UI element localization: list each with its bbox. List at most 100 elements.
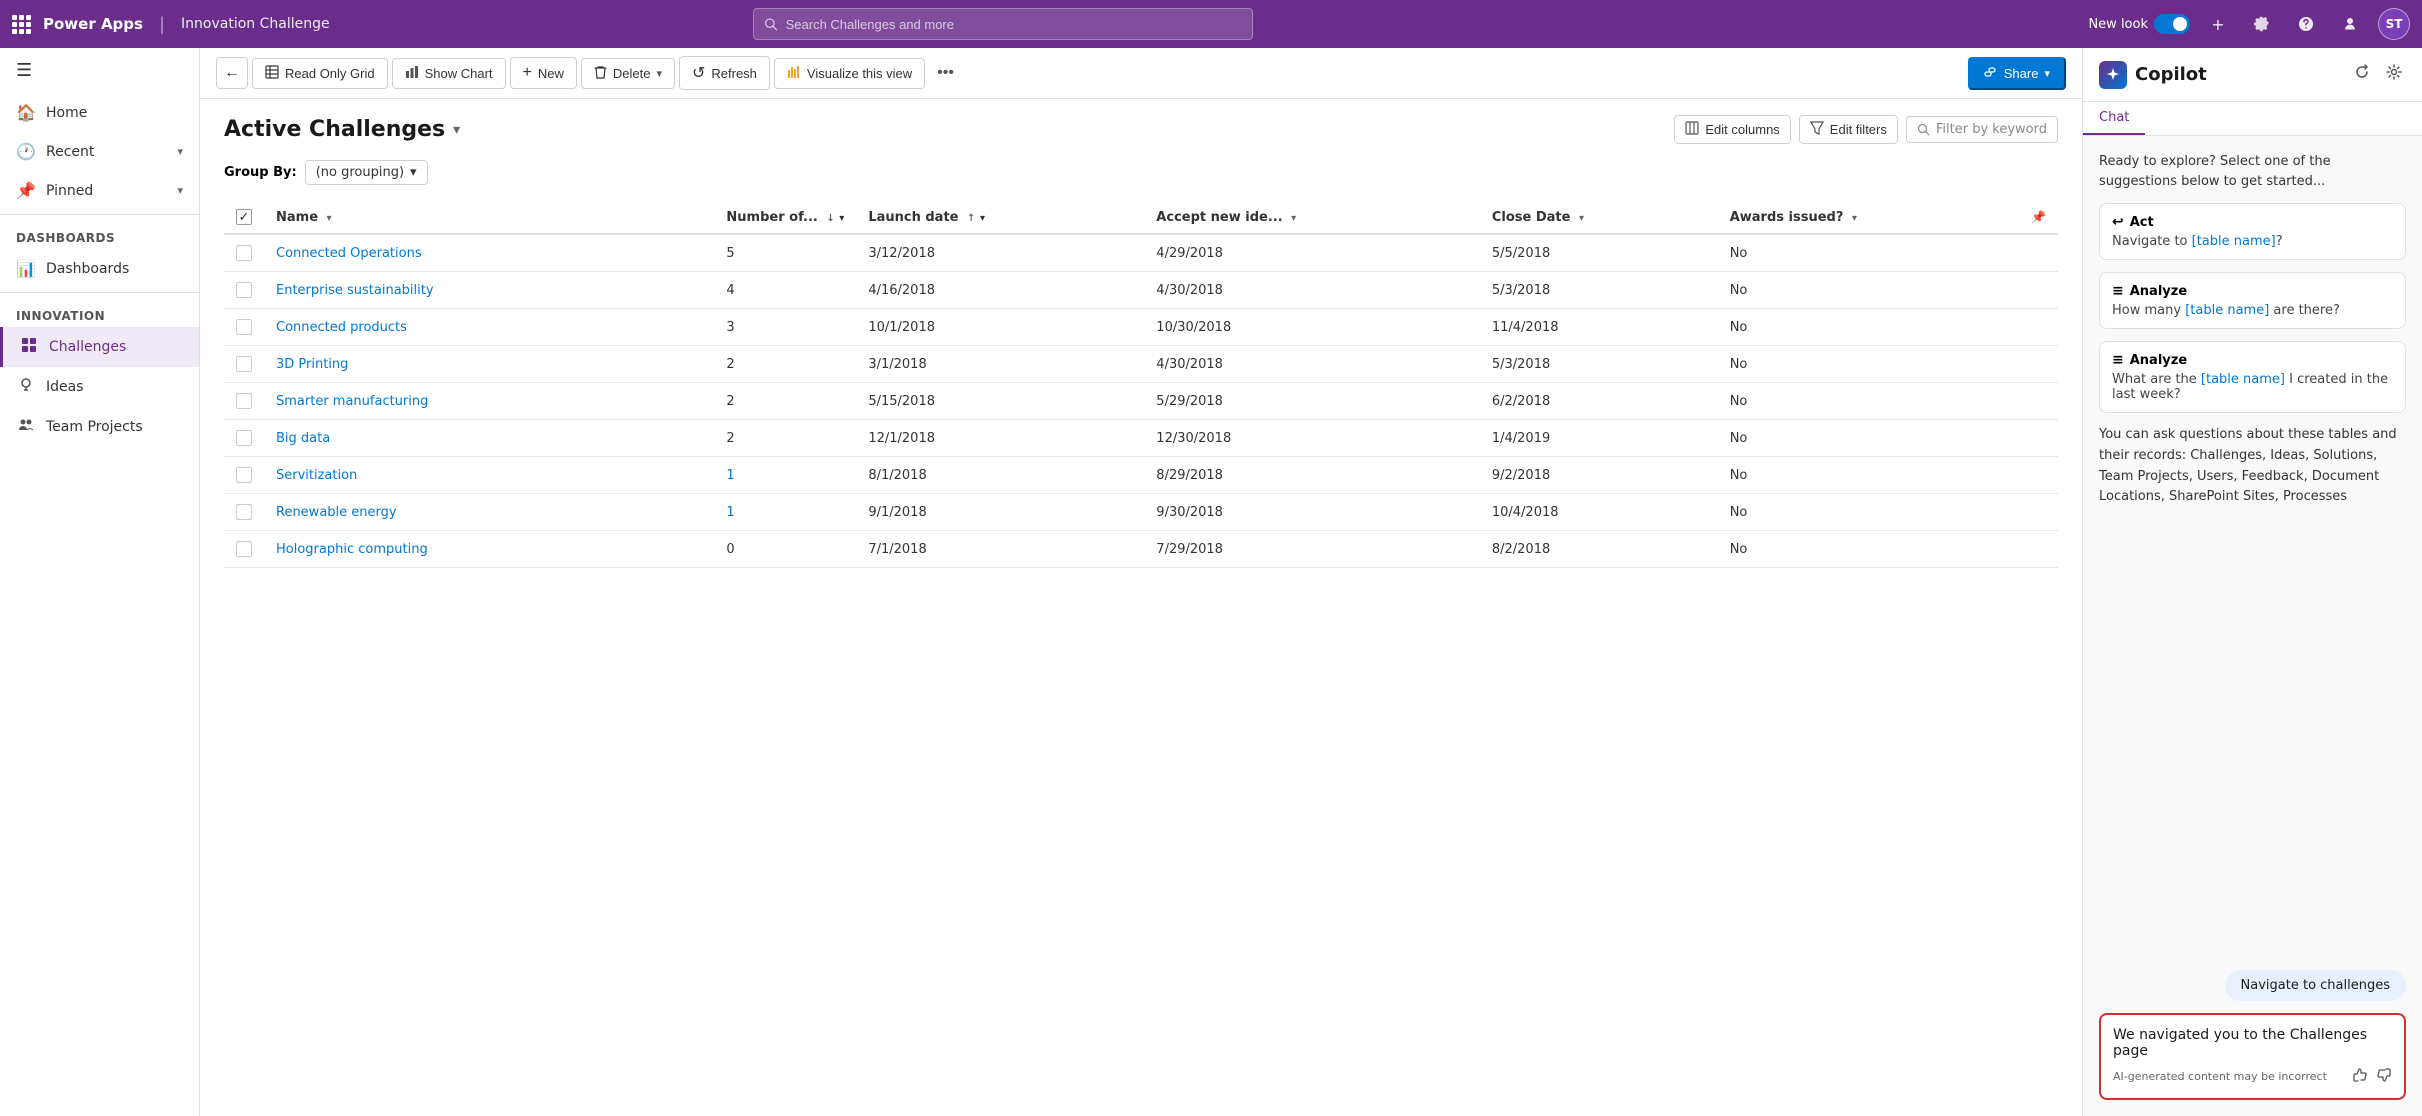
pin-icon[interactable]: 📌 <box>2031 210 2046 224</box>
row-checkbox[interactable] <box>236 245 252 261</box>
share-dropdown-icon[interactable]: ▾ <box>2044 67 2050 80</box>
row-accept-new: 7/29/2018 <box>1144 531 1480 568</box>
sidebar-item-dashboards[interactable]: 📊 Dashboards <box>0 249 199 288</box>
row-close-date: 10/4/2018 <box>1480 494 1718 531</box>
sidebar-item-pinned-label: Pinned <box>46 183 167 199</box>
sidebar-item-team-projects[interactable]: Team Projects <box>0 407 199 447</box>
copilot-settings-button[interactable] <box>2382 60 2406 89</box>
sidebar-item-dashboards-label: Dashboards <box>46 261 129 277</box>
row-checkbox-cell[interactable] <box>224 234 264 272</box>
row-checkbox-cell[interactable] <box>224 531 264 568</box>
avatar[interactable]: ST <box>2378 8 2410 40</box>
add-button[interactable]: + <box>2202 8 2234 40</box>
col-header-name[interactable]: Name ▾ <box>264 201 714 234</box>
col-header-awards[interactable]: Awards issued? ▾ 📌 <box>1718 201 2058 234</box>
copilot-suggestion-act[interactable]: ↩ Act Navigate to [table name]? <box>2099 203 2406 260</box>
visualize-button[interactable]: Visualize this view <box>774 58 925 89</box>
show-chart-button[interactable]: Show Chart <box>392 58 506 89</box>
edit-columns-button[interactable]: Edit columns <box>1674 115 1790 144</box>
row-number[interactable]: 1 <box>714 457 856 494</box>
analyze1-link[interactable]: [table name] <box>2185 303 2269 318</box>
read-only-grid-button[interactable]: Read Only Grid <box>252 58 388 89</box>
row-number[interactable]: 1 <box>714 494 856 531</box>
row-checkbox[interactable] <box>236 467 252 483</box>
sidebar-item-pinned[interactable]: 📌 Pinned ▾ <box>0 171 199 210</box>
select-all-checkbox[interactable]: ✓ <box>236 209 252 225</box>
col-header-number[interactable]: Number of... ↓ ▾ <box>714 201 856 234</box>
launch-sort-icon2: ▾ <box>980 213 985 224</box>
row-name[interactable]: Holographic computing <box>264 531 714 568</box>
row-close-date: 1/4/2019 <box>1480 420 1718 457</box>
row-checkbox[interactable] <box>236 504 252 520</box>
copilot-refresh-button[interactable] <box>2350 60 2374 89</box>
groupby-label: Group By: <box>224 165 297 180</box>
row-checkbox-cell[interactable] <box>224 272 264 309</box>
col-header-accept[interactable]: Accept new ide... ▾ <box>1144 201 1480 234</box>
analyze2-link[interactable]: [table name] <box>2201 372 2285 387</box>
select-all-header[interactable]: ✓ <box>224 201 264 234</box>
row-launch-date: 8/1/2018 <box>856 457 1144 494</box>
new-button[interactable]: + New <box>510 57 577 89</box>
sidebar-toggle[interactable]: ☰ <box>0 48 199 93</box>
sidebar-item-challenges[interactable]: Challenges <box>0 327 199 367</box>
thumbs-down-button[interactable] <box>2376 1067 2392 1086</box>
row-checkbox-cell[interactable] <box>224 346 264 383</box>
row-name[interactable]: Smarter manufacturing <box>264 383 714 420</box>
edit-filters-button[interactable]: Edit filters <box>1799 115 1898 144</box>
sidebar-item-recent[interactable]: 🕐 Recent ▾ <box>0 132 199 171</box>
keyword-filter[interactable]: Filter by keyword <box>1906 116 2058 143</box>
thumbs-up-button[interactable] <box>2352 1067 2368 1086</box>
row-name[interactable]: Big data <box>264 420 714 457</box>
refresh-icon: ↺ <box>692 63 705 83</box>
copilot-suggestion-analyze2[interactable]: ≡ Analyze What are the [table name] I cr… <box>2099 341 2406 413</box>
row-checkbox-cell[interactable] <box>224 309 264 346</box>
row-launch-date: 9/1/2018 <box>856 494 1144 531</box>
row-checkbox[interactable] <box>236 541 252 557</box>
row-name[interactable]: Enterprise sustainability <box>264 272 714 309</box>
row-checkbox-cell[interactable] <box>224 457 264 494</box>
help-button[interactable] <box>2290 8 2322 40</box>
row-name[interactable]: Renewable energy <box>264 494 714 531</box>
more-button[interactable]: ••• <box>929 58 962 88</box>
delete-button[interactable]: Delete ▾ <box>581 58 675 89</box>
row-checkbox[interactable] <box>236 430 252 446</box>
row-awards: No <box>1718 457 2058 494</box>
view-title-chevron-icon[interactable]: ▾ <box>453 122 460 138</box>
act-link[interactable]: [table name] <box>2192 234 2276 249</box>
row-name[interactable]: Servitization <box>264 457 714 494</box>
row-close-date: 8/2/2018 <box>1480 531 1718 568</box>
copilot-suggestion-analyze1[interactable]: ≡ Analyze How many [table name] are ther… <box>2099 272 2406 329</box>
profile-button[interactable] <box>2334 8 2366 40</box>
settings-icon <box>2254 16 2270 32</box>
sidebar-item-ideas[interactable]: Ideas <box>0 367 199 407</box>
share-icon <box>1984 65 1998 82</box>
groupby-select[interactable]: (no grouping) ▾ <box>305 160 428 185</box>
row-checkbox[interactable] <box>236 393 252 409</box>
copilot-disclaimer: AI-generated content may be incorrect <box>2113 1070 2327 1083</box>
apps-grid-icon[interactable] <box>12 15 31 34</box>
delete-dropdown-icon[interactable]: ▾ <box>656 67 662 80</box>
row-checkbox[interactable] <box>236 319 252 335</box>
copilot-tab-chat[interactable]: Chat <box>2083 102 2145 135</box>
row-checkbox-cell[interactable] <box>224 494 264 531</box>
row-checkbox-cell[interactable] <box>224 420 264 457</box>
settings-button[interactable] <box>2246 8 2278 40</box>
table-row: Servitization 1 8/1/2018 8/29/2018 9/2/2… <box>224 457 2058 494</box>
search-input[interactable] <box>786 17 1243 32</box>
row-name[interactable]: Connected Operations <box>264 234 714 272</box>
refresh-button[interactable]: ↺ Refresh <box>679 56 770 90</box>
help-icon <box>2298 16 2314 32</box>
row-checkbox[interactable] <box>236 356 252 372</box>
global-search[interactable] <box>753 8 1253 40</box>
back-button[interactable]: ← <box>216 57 248 89</box>
close-sort-icon: ▾ <box>1579 213 1584 224</box>
row-name[interactable]: 3D Printing <box>264 346 714 383</box>
col-header-launch[interactable]: Launch date ↑ ▾ <box>856 201 1144 234</box>
row-name[interactable]: Connected products <box>264 309 714 346</box>
new-look-switch[interactable] <box>2154 14 2190 34</box>
col-header-close[interactable]: Close Date ▾ <box>1480 201 1718 234</box>
sidebar-item-home[interactable]: 🏠 Home <box>0 93 199 132</box>
share-button[interactable]: Share ▾ <box>1968 57 2066 90</box>
row-checkbox[interactable] <box>236 282 252 298</box>
row-checkbox-cell[interactable] <box>224 383 264 420</box>
